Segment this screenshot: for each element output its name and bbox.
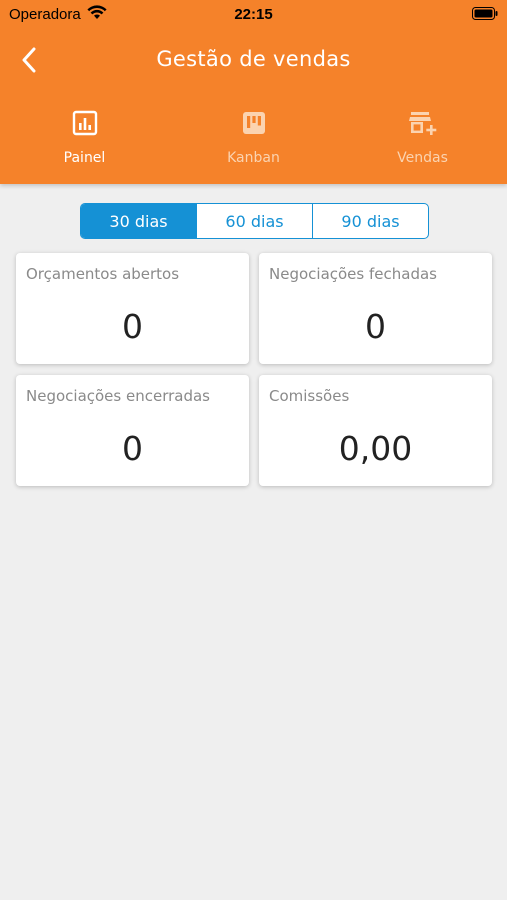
stat-card-negociacoes-fechadas: Negociações fechadas 0: [259, 253, 492, 364]
tab-vendas[interactable]: Vendas: [338, 104, 507, 174]
period-segmented-control: 30 dias 60 dias 90 dias: [80, 203, 429, 239]
stat-card-negociacoes-encerradas: Negociações encerradas 0: [16, 375, 249, 486]
period-option-30[interactable]: 30 dias: [81, 204, 196, 238]
card-label: Negociações fechadas: [269, 265, 437, 283]
status-bar: Operadora 22:15: [0, 0, 507, 30]
card-label: Orçamentos abertos: [26, 265, 180, 283]
card-label: Negociações encerradas: [26, 387, 210, 405]
card-value: 0,00: [338, 429, 413, 468]
tab-kanban[interactable]: Kanban: [169, 104, 338, 174]
card-value: 0: [122, 429, 143, 468]
store-add-icon: [408, 112, 436, 135]
stat-card-orcamentos-abertos: Orçamentos abertos 0: [16, 253, 249, 364]
tab-label: Painel: [63, 150, 106, 166]
period-option-90[interactable]: 90 dias: [312, 204, 428, 238]
app-header: Operadora 22:15 Gestão de vendas Painel: [0, 0, 507, 184]
period-option-60[interactable]: 60 dias: [196, 204, 312, 238]
card-value: 0: [365, 307, 386, 346]
stat-card-comissoes: Comissões 0,00: [259, 375, 492, 486]
status-time: 22:15: [234, 6, 273, 23]
tab-painel[interactable]: Painel: [0, 104, 169, 174]
card-value: 0: [122, 307, 143, 346]
battery-icon: [472, 7, 498, 20]
kanban-icon: [242, 112, 265, 134]
card-label: Comissões: [269, 387, 350, 405]
tab-label: Kanban: [227, 150, 280, 166]
chart-icon: [72, 110, 97, 136]
tab-label: Vendas: [397, 150, 448, 166]
page-title: Gestão de vendas: [156, 47, 351, 71]
